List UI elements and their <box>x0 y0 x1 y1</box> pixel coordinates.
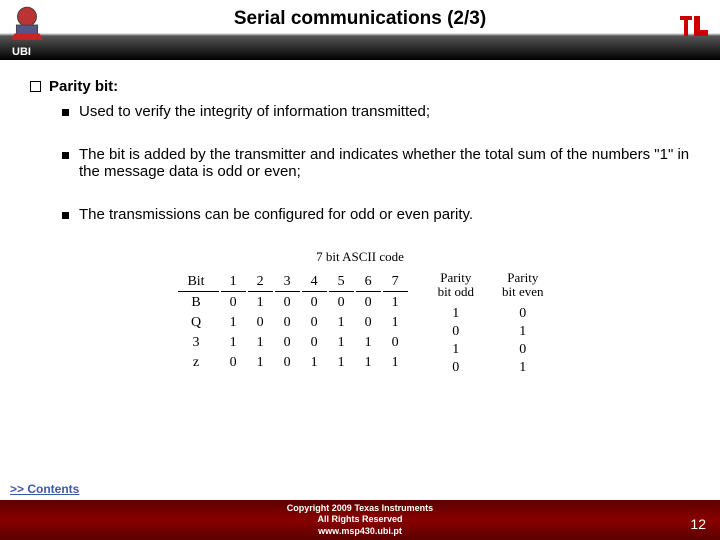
topic-label: Parity bit: <box>49 78 118 95</box>
bullet-solid-icon <box>62 212 69 219</box>
slide-body: Parity bit: Used to verify the integrity… <box>0 60 720 377</box>
footer-url: www.msp430.ubi.pt <box>0 526 720 537</box>
table-row: z0101111 <box>178 354 407 372</box>
bullet-text: The bit is added by the transmitter and … <box>79 146 690 180</box>
ubi-label: UBI <box>12 46 31 58</box>
table-row: B0100001 <box>178 294 407 312</box>
ti-logo <box>674 6 714 46</box>
slide-header: Serial communications (2/3) UBI <box>0 0 720 60</box>
bullet-solid-icon <box>62 152 69 159</box>
footer-center: Copyright 2009 Texas Instruments All Rig… <box>0 503 720 537</box>
page-number: 12 <box>690 516 706 532</box>
bullet-text: The transmissions can be configured for … <box>79 206 473 223</box>
slide-title: Serial communications (2/3) <box>0 8 720 30</box>
copyright-text: Copyright 2009 Texas Instruments <box>0 503 720 514</box>
bullet-text: Used to verify the integrity of informat… <box>79 103 430 120</box>
bullet-solid-icon <box>62 109 69 116</box>
ascii-table-figure: 7 bit ASCII code Bit 1 2 3 4 5 6 7 B0100… <box>30 249 690 377</box>
bullet-outline-icon <box>30 81 41 92</box>
sub-bullet-1: Used to verify the integrity of informat… <box>62 103 690 120</box>
sub-bullet-2: The bit is added by the transmitter and … <box>62 146 690 180</box>
rights-text: All Rights Reserved <box>0 514 720 525</box>
table-caption: 7 bit ASCII code <box>30 249 690 265</box>
slide-footer: Copyright 2009 Texas Instruments All Rig… <box>0 500 720 540</box>
parity-odd-column: Paritybit odd 1 0 1 0 <box>438 271 474 377</box>
contents-link[interactable]: >> Contents <box>10 482 79 496</box>
table-row: 31100110 <box>178 334 407 352</box>
sub-bullet-3: The transmissions can be configured for … <box>62 206 690 223</box>
ascii-core-table: Bit 1 2 3 4 5 6 7 B0100001 Q1000101 3110… <box>176 271 409 374</box>
table-header-row: Bit 1 2 3 4 5 6 7 <box>178 273 407 292</box>
bit-header: Bit <box>178 273 218 292</box>
topic-row: Parity bit: <box>30 78 690 95</box>
table-row: Q1000101 <box>178 314 407 332</box>
parity-even-column: Paritybit even 0 1 0 1 <box>502 271 544 377</box>
